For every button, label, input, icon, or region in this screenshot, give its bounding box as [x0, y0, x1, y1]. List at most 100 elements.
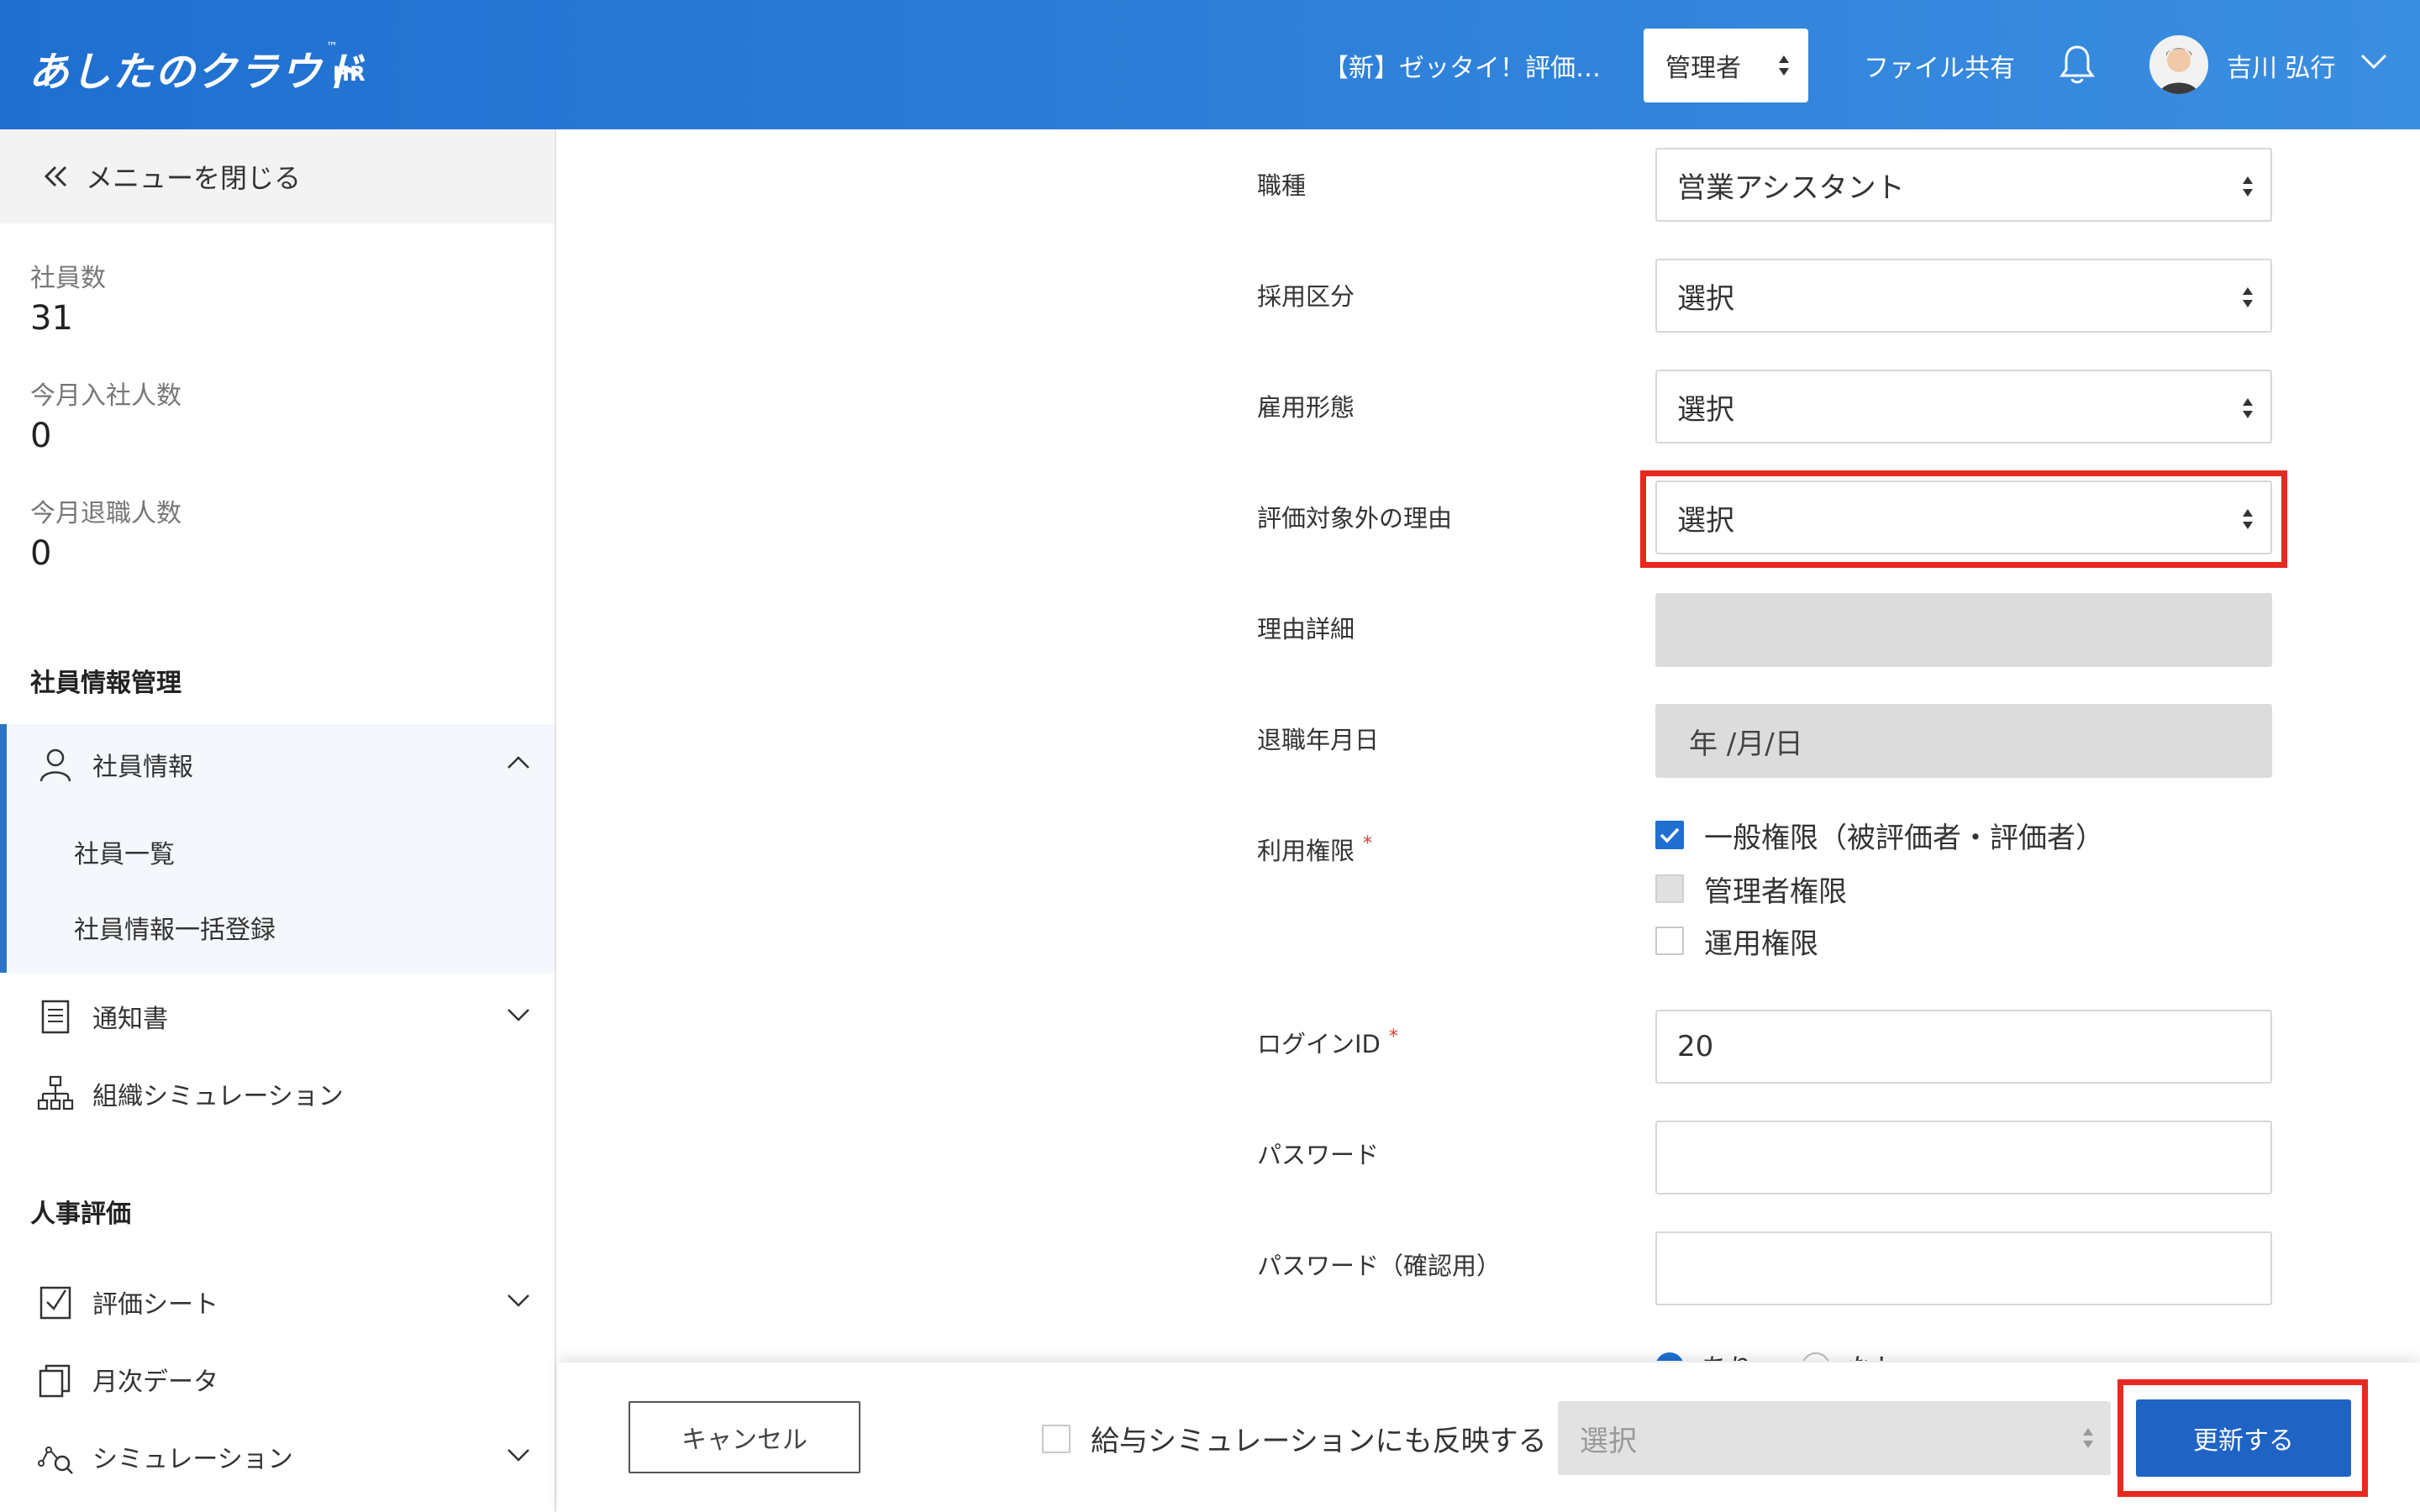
retire-date-input[interactable]: 年 /月/日 — [1655, 704, 2272, 778]
sidebar-item-label: 通知書 — [92, 1005, 168, 1034]
sidebar-item-monthly-data[interactable]: 月次データ — [0, 1344, 555, 1411]
analytics-search-icon — [38, 1446, 73, 1474]
radio-selected[interactable] — [1655, 1352, 1684, 1361]
stat-label-joined: 今月入社人数 — [30, 381, 182, 411]
permission-ops-label: 運用権限 — [1704, 927, 1818, 961]
select-arrows-icon — [2243, 287, 2253, 307]
reflect-salary-label: 給与シミュレーションにも反映する — [1091, 1425, 1547, 1458]
reflect-salary-option[interactable]: 給与シミュレーションにも反映する — [1042, 1418, 1547, 1459]
bell-icon[interactable] — [2059, 44, 2096, 86]
user-avatar-icon — [2149, 35, 2208, 94]
checkbox-checked[interactable] — [1655, 821, 1684, 849]
required-mark: * — [1363, 833, 1373, 854]
stat-value-employees: 31 — [30, 299, 73, 338]
sidebar-item-eval-sheet[interactable]: 評価シート — [0, 1267, 555, 1334]
app-header: あしたのクラウド ™ HR 【新】ゼッタイ！評価… 管理者 ファイル共有 吉川 … — [0, 0, 2420, 129]
user-name[interactable]: 吉川 弘行 — [2227, 47, 2336, 84]
sidebar-item-simulation[interactable]: シミュレーション — [0, 1421, 555, 1488]
salary-sim-select-value: 選択 — [1580, 1424, 1637, 1458]
employment-type-label: 雇用形態 — [1257, 393, 1355, 422]
sidebar-item-label: 月次データ — [92, 1368, 218, 1397]
double-chevron-left-icon — [44, 165, 67, 187]
required-mark: * — [1388, 1026, 1398, 1047]
document-icon — [41, 1000, 70, 1034]
reason-detail-input[interactable] — [1655, 593, 2272, 667]
job-type-label: 職種 — [1257, 171, 1307, 200]
close-menu-button[interactable]: メニューを閉じる — [0, 129, 555, 223]
permissions-label: 利用権限 * — [1257, 832, 1372, 867]
login-id-label: ログインID * — [1257, 1025, 1398, 1060]
select-arrows-icon — [2243, 176, 2253, 197]
password-label: パスワード — [1257, 1141, 1380, 1169]
highlight-box-exclusion-reason — [1640, 470, 2287, 568]
check-icon — [1660, 827, 1680, 843]
checked-sheet-icon — [39, 1286, 71, 1320]
logo-trademark: ™ — [326, 40, 338, 54]
sidebar-item-label: 組織シミュレーション — [92, 1082, 344, 1111]
employment-type-value: 選択 — [1677, 392, 1734, 427]
role-select-value: 管理者 — [1665, 54, 1741, 83]
org-chart-icon — [37, 1075, 74, 1110]
password-confirm-input[interactable] — [1655, 1231, 2272, 1305]
sidebar-item-org-simulation[interactable]: 組織シミュレーション — [0, 1058, 555, 1126]
checkbox-disabled — [1655, 874, 1684, 903]
password-input[interactable] — [1655, 1121, 2272, 1194]
login-id-input[interactable]: 20 — [1655, 1010, 2272, 1084]
partial-radio-row: あり なし — [1257, 1336, 2013, 1361]
reason-detail-label: 理由詳細 — [1257, 615, 1355, 643]
retire-date-label: 退職年月日 — [1257, 726, 1380, 754]
sidebar-item-employee-info[interactable]: 社員情報 — [0, 729, 555, 796]
radio-no-label: なし — [1847, 1347, 1901, 1361]
employment-type-select[interactable]: 選択 — [1655, 370, 2272, 444]
stat-value-retired: 0 — [30, 534, 52, 573]
sidebar-item-label: 社員情報 — [92, 753, 193, 782]
chevron-down-icon — [508, 1294, 529, 1307]
chevron-up-icon — [508, 756, 529, 769]
radio-yes-label: あり — [1701, 1347, 1754, 1361]
checkbox-unchecked[interactable] — [1042, 1424, 1071, 1453]
avatar[interactable] — [2149, 35, 2208, 94]
role-select[interactable]: 管理者 — [1644, 29, 1808, 102]
job-type-select[interactable]: 営業アシスタント — [1655, 148, 2272, 222]
select-arrows-icon — [2243, 398, 2253, 418]
checkbox-unchecked[interactable] — [1655, 927, 1684, 955]
copy-icon — [39, 1364, 71, 1398]
sidebar-item-label: 評価シート — [92, 1290, 218, 1320]
hire-category-value: 選択 — [1677, 281, 1734, 316]
highlight-box-update-button — [2118, 1379, 2368, 1497]
form-footer-bar: キャンセル 給与シミュレーションにも反映する 選択 更新する — [558, 1362, 2420, 1512]
permission-admin-option: 管理者権限 — [1655, 872, 1847, 909]
password-confirm-label: パスワード（確認用） — [1257, 1252, 1502, 1280]
chevron-down-icon — [508, 1009, 529, 1021]
section-title-employee: 社員情報管理 — [30, 669, 182, 698]
radio-unselected[interactable] — [1802, 1352, 1831, 1361]
file-share-link[interactable]: ファイル共有 — [1864, 47, 2015, 84]
section-title-hr: 人事評価 — [30, 1200, 131, 1229]
chevron-down-icon — [508, 1449, 529, 1462]
exclusion-reason-label: 評価対象外の理由 — [1257, 504, 1453, 533]
stat-label-employees: 社員数 — [30, 264, 106, 293]
select-arrows-icon — [1779, 55, 1789, 76]
retire-date-placeholder: 年 /月/日 — [1689, 727, 1803, 761]
sidebar-subitem-employee-list[interactable]: 社員一覧 — [74, 833, 175, 870]
cancel-button[interactable]: キャンセル — [629, 1401, 860, 1473]
chevron-down-icon[interactable] — [2360, 52, 2388, 71]
stat-value-joined: 0 — [30, 417, 52, 455]
stat-label-retired: 今月退職人数 — [30, 499, 182, 528]
permission-general-option[interactable]: 一般権限（被評価者・評価者） — [1655, 818, 2104, 855]
select-arrows-icon — [2083, 1428, 2093, 1448]
sidebar-item-label: シミュレーション — [92, 1445, 293, 1474]
evaluation-title-link[interactable]: 【新】ゼッタイ！評価… — [1323, 47, 1601, 84]
sidebar-item-notice[interactable]: 通知書 — [0, 981, 555, 1048]
permission-ops-option[interactable]: 運用権限 — [1655, 924, 1818, 961]
hire-category-select[interactable]: 選択 — [1655, 259, 2272, 333]
app-logo[interactable]: あしたのクラウド — [29, 39, 365, 97]
sidebar: メニューを閉じる 社員数 31 今月入社人数 0 今月退職人数 0 社員情報管理… — [0, 129, 556, 1512]
app-logo-sub: HR — [333, 62, 366, 86]
sidebar-subitem-employee-bulk[interactable]: 社員情報一括登録 — [74, 909, 276, 946]
login-id-label-text: ログインID — [1257, 1030, 1381, 1058]
salary-sim-select[interactable]: 選択 — [1558, 1401, 2111, 1475]
permission-general-label: 一般権限（被評価者・評価者） — [1704, 821, 2104, 855]
permissions-label-text: 利用権限 — [1257, 837, 1355, 865]
job-type-value: 営業アシスタント — [1677, 171, 1905, 205]
